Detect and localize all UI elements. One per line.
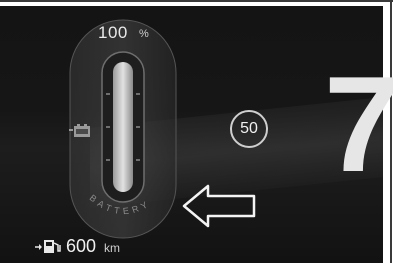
range-unit: km bbox=[104, 241, 120, 255]
svg-text:BATTERY: BATTERY bbox=[88, 193, 153, 217]
battery-label: BATTERY bbox=[88, 193, 149, 217]
battery-icon bbox=[68, 121, 94, 141]
gear-indicator: 7 bbox=[324, 48, 393, 200]
fuel-range-icon bbox=[34, 237, 64, 255]
speed-limit-sign: 50 bbox=[230, 110, 268, 148]
dashboard-frame: 100 % BATTERY 50 7 600 km bbox=[0, 0, 393, 263]
left-arrow-icon bbox=[182, 184, 258, 228]
range-value: 600 bbox=[66, 236, 97, 256]
